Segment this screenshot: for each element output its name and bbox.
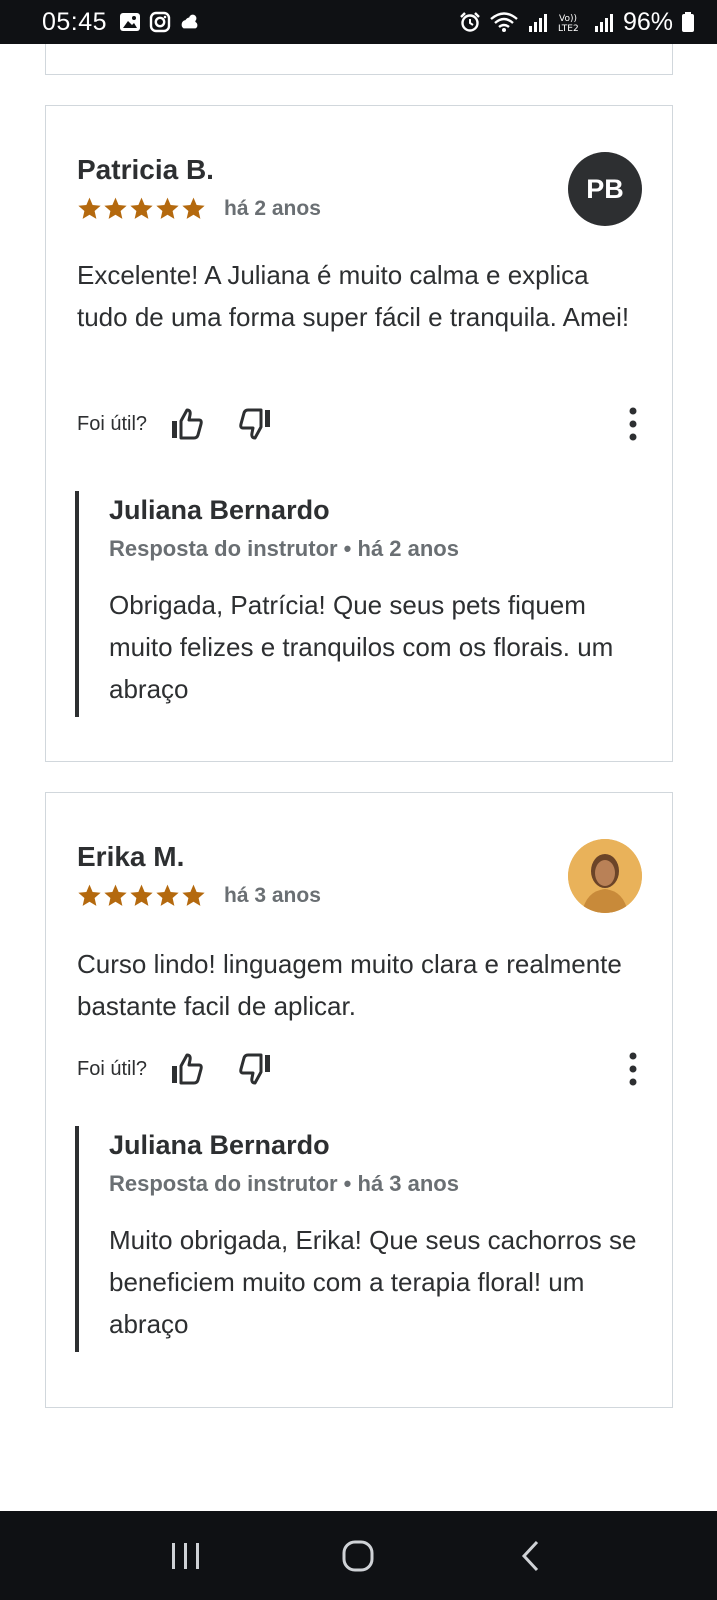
thumbs-down-button[interactable] [235,1049,275,1089]
recent-apps-button[interactable] [156,1531,216,1581]
signal-icon [528,14,547,32]
star-icon [130,884,153,906]
rating-row: há 2 anos [77,196,321,221]
instructor-reply: Juliana Bernardo Resposta do instrutor •… [75,491,645,717]
alarm-icon [460,12,480,32]
reviewer-name: Patricia B. [77,154,214,185]
instagram-icon [149,11,171,33]
reply-text: Muito obrigada, Erika! Que seus cachorro… [109,1225,637,1339]
star-icon [156,197,179,219]
instructor-reply: Juliana Bernardo Resposta do instrutor •… [75,1126,645,1352]
thumbs-down-button[interactable] [235,404,275,444]
helpful-label: Foi útil? [77,412,148,435]
review-time: há 2 anos [224,196,321,220]
navigation-bar [0,1511,717,1600]
thumbs-up-icon [172,408,203,440]
star-icon [78,197,101,219]
reviews-page: 05:45 Vo)) LTE2 96% Patricia B. há 2 ano… [0,0,717,1600]
thumbs-up-button[interactable] [167,404,207,444]
review-time: há 3 anos [224,883,321,907]
volte-icon: Vo))LTE2 [558,14,579,33]
status-bar: 05:45 Vo)) LTE2 96% [0,0,717,44]
more-options-button[interactable] [621,1049,645,1089]
previous-review-card [45,44,673,75]
svg-text:Vo)): Vo)) [559,14,577,24]
review-text: Curso lindo! linguagem muito clara e rea… [77,949,622,1021]
star-icon [130,197,153,219]
recent-apps-icon [172,1542,200,1569]
star-icon [104,884,127,906]
star-icon [182,197,205,219]
reply-meta: Resposta do instrutor • há 2 anos [109,536,459,561]
battery-icon [682,12,694,32]
helpful-label: Foi útil? [77,1057,148,1080]
avatar: PB [568,152,642,226]
review-card: Erika M. há 3 anos Curso lindo! linguage… [45,792,673,1408]
back-button[interactable] [501,1531,561,1581]
more-vertical-icon [629,1052,637,1086]
review-card: Patricia B. há 2 anos PB Excelente! A Ju… [45,105,673,762]
star-rating [77,883,206,908]
status-time: 05:45 [42,7,108,36]
weather-icon [181,14,198,29]
thumbs-down-icon [239,408,271,440]
star-icon [104,197,127,219]
signal-icon [594,14,613,32]
reviewer-name: Erika M. [77,841,185,872]
reply-meta: Resposta do instrutor • há 3 anos [109,1171,459,1196]
star-icon [156,884,179,906]
user-photo-icon [568,839,642,913]
svg-text:LTE2: LTE2 [558,24,579,33]
thumbs-up-button[interactable] [167,1049,207,1089]
home-icon [342,1540,374,1571]
back-icon [521,1540,538,1571]
thumbs-up-icon [172,1053,203,1085]
helpful-row: Foi útil? [77,1049,645,1089]
home-button[interactable] [328,1531,388,1581]
reply-author: Juliana Bernardo [109,1130,330,1160]
helpful-row: Foi útil? [77,404,645,444]
more-vertical-icon [629,407,637,441]
star-icon [182,884,205,906]
review-text: Excelente! A Juliana é muito calma e exp… [77,260,630,332]
battery-percentage: 96% [622,7,673,36]
star-icon [78,884,101,906]
more-options-button[interactable] [621,404,645,444]
reply-text: Obrigada, Patrícia! Que seus pets fiquem… [109,590,614,704]
rating-row: há 3 anos [77,883,321,908]
avatar [568,839,642,913]
thumbs-down-icon [239,1053,271,1085]
star-rating [77,196,206,221]
reply-author: Juliana Bernardo [109,495,330,525]
gallery-icon [120,13,141,31]
wifi-icon [490,12,518,32]
